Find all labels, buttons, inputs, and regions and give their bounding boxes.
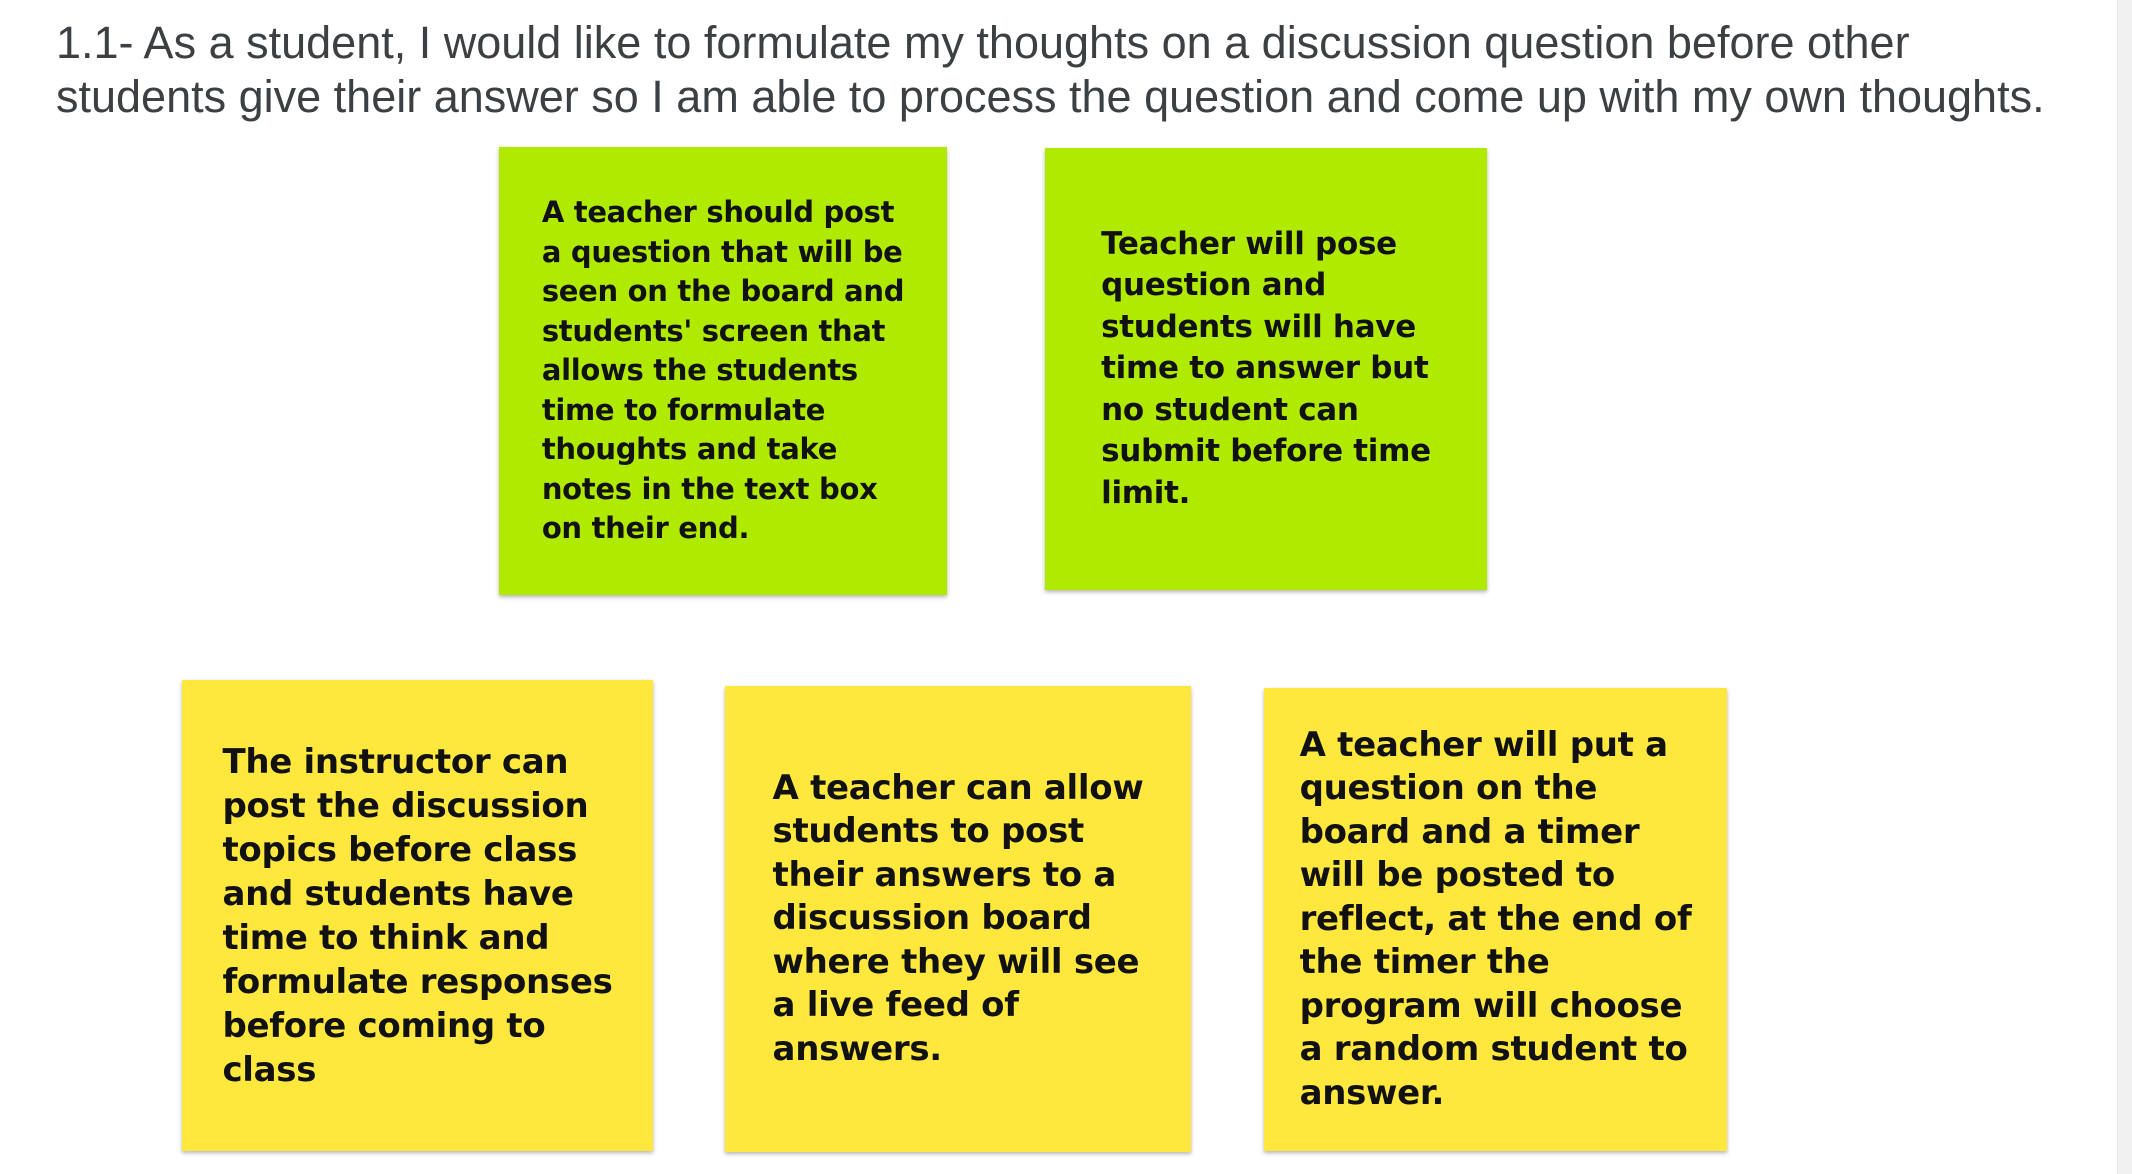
sticky-note-text: A teacher will put a question on the boa…	[1299, 724, 1692, 1113]
vertical-scrollbar[interactable]	[2117, 0, 2132, 1174]
sticky-note[interactable]: A teacher can allow students to post the…	[725, 686, 1191, 1152]
sticky-note-text: A teacher should post a question that wi…	[541, 195, 905, 546]
sticky-note-text: The instructor can post the discussion t…	[222, 741, 613, 1090]
sticky-note[interactable]: Teacher will pose question and students …	[1045, 148, 1487, 590]
sticky-note-text: A teacher can allow students to post the…	[772, 767, 1144, 1069]
sticky-note-text: Teacher will pose question and students …	[1101, 225, 1431, 511]
slide-title-text: 1.1- As a student, I would like to formu…	[56, 17, 2045, 122]
sticky-note[interactable]: The instructor can post the discussion t…	[182, 680, 653, 1151]
sticky-note[interactable]: A teacher will put a question on the boa…	[1264, 688, 1727, 1151]
sticky-note[interactable]: A teacher should post a question that wi…	[499, 147, 947, 595]
slide-title: 1.1- As a student, I would like to formu…	[56, 16, 2106, 124]
